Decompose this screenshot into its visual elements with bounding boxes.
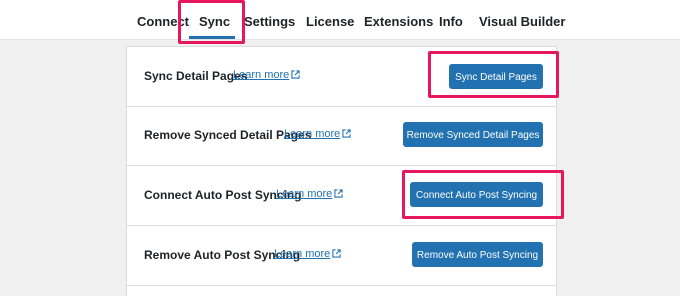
settings-row-connect-auto-post-syncing: Connect Auto Post Syncing Learn more Con… [127,166,556,226]
settings-row-remove-synced-detail-pages: Remove Synced Detail Pages Learn more Re… [127,106,556,166]
connect-auto-post-syncing-button[interactable]: Connect Auto Post Syncing [410,182,543,207]
top-tab-nav: Connect Sync Settings License Extensions… [0,0,680,40]
tab-sync[interactable]: Sync [199,14,230,29]
tab-extensions[interactable]: Extensions [364,14,433,29]
external-link-icon [332,249,341,258]
learn-more-text: Learn more [233,69,290,81]
learn-more-link[interactable]: Learn more [284,128,351,140]
sync-detail-pages-button[interactable]: Sync Detail Pages [449,64,543,89]
learn-more-text: Learn more [284,128,341,140]
remove-auto-post-syncing-button[interactable]: Remove Auto Post Syncing [412,242,543,267]
tab-info[interactable]: Info [439,14,463,29]
external-link-icon [291,70,300,79]
learn-more-link[interactable]: Learn more [276,188,343,200]
tab-connect[interactable]: Connect [137,14,189,29]
remove-synced-detail-pages-button[interactable]: Remove Synced Detail Pages [403,122,543,147]
external-link-icon [334,189,343,198]
learn-more-link[interactable]: Learn more [274,248,341,260]
sync-settings-panel: Sync Detail Pages Learn more Sync Detail… [126,46,557,296]
settings-row-sync-detail-pages: Sync Detail Pages Learn more Sync Detail… [127,47,556,107]
learn-more-link[interactable]: Learn more [233,69,300,81]
settings-row-remove-auto-post-syncing: Remove Auto Post Syncing Learn more Remo… [127,226,556,286]
learn-more-text: Learn more [274,248,331,260]
external-link-icon [342,129,351,138]
tab-license[interactable]: License [306,14,354,29]
learn-more-text: Learn more [276,188,333,200]
tab-settings[interactable]: Settings [244,14,295,29]
row-label: Sync Detail Pages [144,69,248,83]
tab-visual-builder[interactable]: Visual Builder [479,14,565,29]
active-tab-underline [189,36,235,39]
